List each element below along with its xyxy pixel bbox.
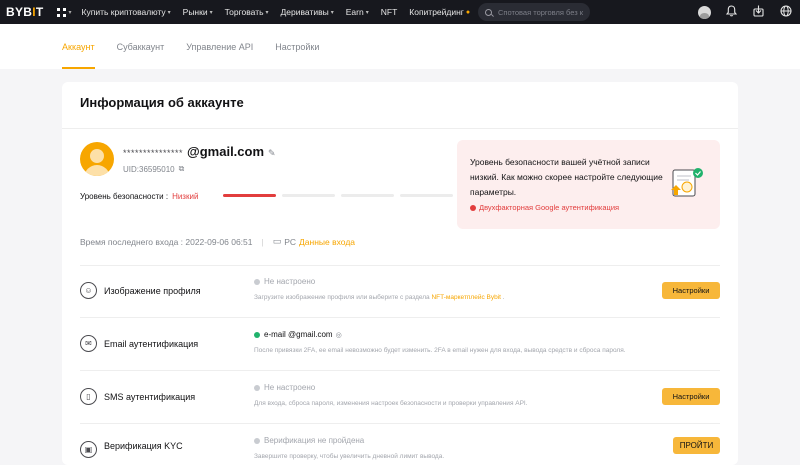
phone-icon: ▯ [80,388,97,405]
security-level-segment [341,194,394,197]
login-device: PC [284,236,297,247]
row-description: Загрузите изображение профиля или выбери… [254,294,505,301]
download-icon[interactable] [752,5,765,20]
chevron-down-icon: ▾ [330,9,334,16]
email-mask: *************** [123,148,184,158]
security-warning-box: Уровень безопасности вашей учётной запис… [457,140,720,229]
tab-api-management[interactable]: Управление API [186,24,253,69]
login-history-link[interactable]: Данные входа [299,237,355,247]
kyc-verify-button[interactable]: ПРОЙТИ [673,437,720,454]
security-level-bar [223,194,453,197]
edit-icon[interactable]: ✎ [268,148,276,159]
nav-derivatives[interactable]: Деривативы ▾ [281,7,334,17]
copy-icon[interactable]: ⧉ [179,164,185,174]
chevron-down-icon: ▾ [365,9,369,16]
account-info-card: Информация об аккаунте *************** @… [62,82,738,465]
sms-auth-row: ▯ SMS аутентификация Не настроено Для вх… [80,372,720,424]
divider [62,128,738,129]
profile-image-icon: ☺ [80,282,97,299]
logo-text-start: BYB [6,5,33,19]
uid-display: UID:36595010 ⧉ [123,164,184,174]
nft-marketplace-link[interactable]: NFT-маркетплейс Bybit [431,294,501,301]
uid-text: UID:36595010 [123,164,175,174]
avatar[interactable] [80,142,114,176]
chevron-down-icon: ▾ [209,9,213,16]
security-illustration-icon [671,168,703,197]
nav-earn[interactable]: Earn ▾ [346,7,369,17]
security-level: Уровень безопасности : Низкий [80,192,198,201]
security-level-label: Уровень безопасности : [80,192,169,201]
fire-icon: ● [465,8,471,16]
page-title: Информация об аккаунте [80,95,244,110]
chevron-down-icon: ▾ [265,9,269,16]
top-navigation: BYB I T ▾ Купить криптовалюту ▾ Рынки ▾ Торг… [0,0,800,24]
bell-icon[interactable] [725,4,738,20]
row-status: e-mail @gmail.com ◎ [254,330,342,339]
security-level-value: Низкий [172,192,199,201]
globe-icon[interactable] [779,4,792,20]
nav-buy-crypto[interactable]: Купить криптовалюту ▾ [82,7,171,17]
sms-settings-button[interactable]: Настройки [662,388,720,405]
security-level-segment [282,194,335,197]
row-label: Верификация KYC [104,441,183,451]
logo-text-end: T [35,5,44,19]
row-label: SMS аутентификация [104,392,196,402]
google-2fa-link[interactable]: Двухфакторная Google аутентификация [470,203,619,212]
monitor-icon: ▭ [272,236,282,246]
nav-copytrading[interactable]: Копитрейдинг ● [409,7,470,17]
email-domain: @gmail.com [187,144,265,159]
nav-markets[interactable]: Рынки ▾ [183,7,213,17]
nav-nft[interactable]: NFT [381,7,398,17]
row-status: Верификация не пройдена [254,436,364,445]
account-tabs: Аккаунт Субаккаунт Управление API Настро… [0,24,800,69]
search-placeholder: Спотовая торговля без ком [498,7,583,17]
chevron-down-icon: ▾ [68,9,72,16]
last-login-info: Время последнего входа : 2022-09-06 06:5… [80,236,356,247]
security-level-segment [223,194,276,197]
google-2fa-link-text: Двухфакторная Google аутентификация [479,203,620,212]
security-warning-text: Уровень безопасности вашей учётной запис… [470,157,663,197]
id-card-icon: ▣ [80,441,97,458]
last-login-time: Время последнего входа : 2022-09-06 06:5… [80,236,253,247]
email-auth-row: ✉ Email аутентификация e-mail @gmail.com… [80,319,720,371]
email-display: *************** @gmail.com ✎ [123,144,276,159]
row-label: Изображение профиля [104,286,201,296]
alert-icon [470,204,476,211]
search-icon [485,8,492,16]
kyc-row: ▣ Верификация KYC Верификация не пройден… [80,425,720,465]
tab-settings[interactable]: Настройки [275,24,319,69]
bybit-logo[interactable]: BYB I T [6,5,44,19]
profile-image-settings-button[interactable]: Настройки [662,282,720,299]
avatar-icon[interactable] [698,5,711,19]
profile-image-row: ☺ Изображение профиля Не настроено Загру… [80,266,720,318]
mail-icon: ✉ [80,335,97,352]
tab-subaccount[interactable]: Субаккаунт [117,24,165,69]
row-description: Для входа, сброса пароля, изменения наст… [254,400,528,407]
security-level-segment [400,194,453,197]
row-label: Email аутентификация [104,339,199,349]
nav-trade[interactable]: Торговать ▾ [225,7,269,17]
row-description: Завершите проверку, чтобы увеличить днев… [254,453,445,460]
chevron-down-icon: ▾ [167,9,171,16]
apps-grid-icon[interactable]: ▾ [56,7,72,18]
search-input[interactable]: Спотовая торговля без ком [478,3,590,21]
row-status: Не настроено [254,383,315,392]
tab-account[interactable]: Аккаунт [62,24,95,69]
row-description: После привязки 2FA, ее email невозможно … [254,347,626,354]
eye-icon[interactable]: ◎ [336,331,342,339]
row-status: Не настроено [254,277,315,286]
